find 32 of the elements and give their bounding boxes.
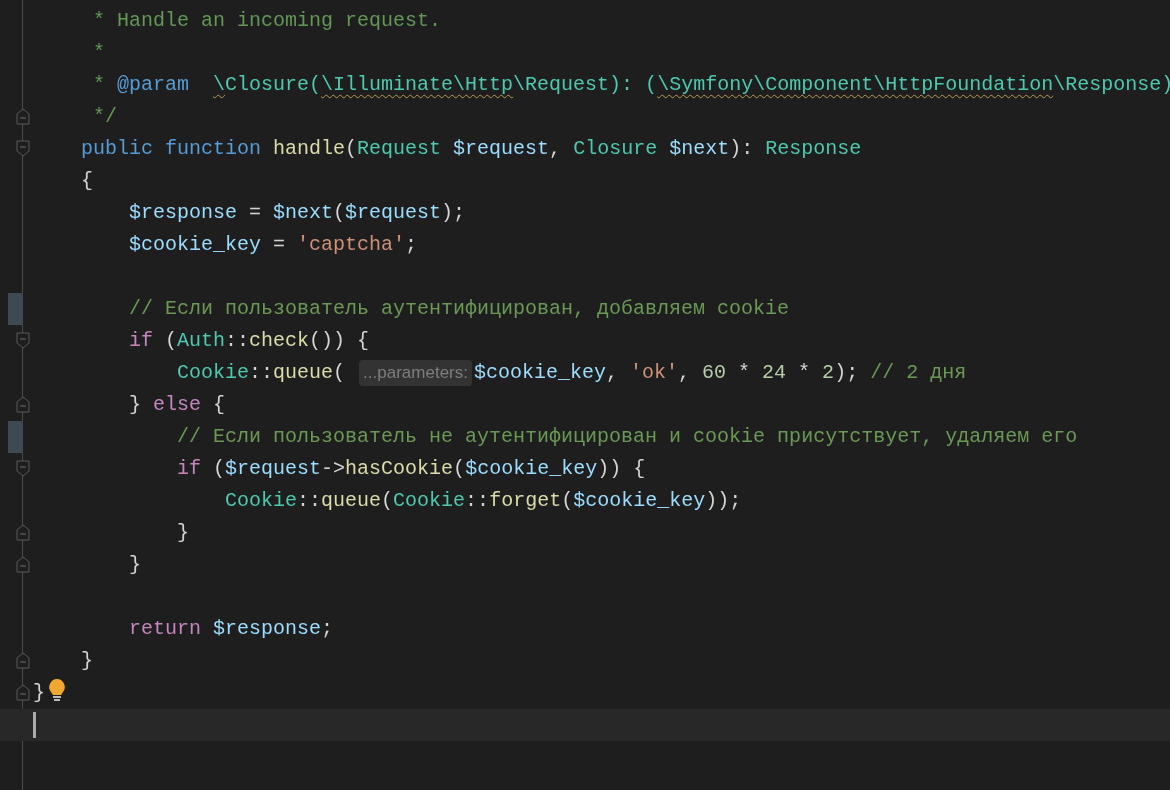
code-line: $cookie_key, 'ok', 60 * 24 * 2); // 2 дня [473, 360, 967, 386]
code-line: { [80, 168, 93, 194]
unfold-icon[interactable] [16, 524, 30, 541]
code-line: Cookie::queue( [176, 360, 347, 386]
code-line: * @param \Closure(\Illuminate\Http\Request): (\Symfony\Component\HttpFoundation\Response) [92, 72, 1170, 98]
code-line: */ [92, 104, 117, 130]
code-line: } [33, 680, 45, 706]
code-line: // Если пользователь не аутентифицирован и cookie присутствует, удаляем его [176, 424, 1078, 450]
unfold-icon[interactable] [16, 396, 30, 413]
code-line: Cookie::queue(Cookie::forget($cookie_key)); [224, 488, 742, 514]
unfold-icon[interactable] [16, 108, 30, 125]
unfold-icon[interactable] [16, 556, 30, 573]
code-line: } else { [128, 392, 226, 418]
code-line: if ($request->hasCookie($cookie_key)) { [176, 456, 646, 482]
code-line: } [80, 648, 93, 674]
unfold-icon[interactable] [16, 652, 30, 669]
lightbulb-icon[interactable] [47, 678, 67, 702]
code-line: if (Auth::check()) { [128, 328, 370, 354]
code-line: * Handle an incoming request. [92, 8, 442, 34]
code-line: } [128, 552, 142, 578]
fold-icon[interactable] [16, 332, 30, 349]
code-line: return $response; [128, 616, 334, 642]
unfold-icon[interactable] [16, 684, 30, 701]
fold-icon[interactable] [16, 140, 30, 157]
code-line: } [176, 520, 190, 546]
code-line: public function handle(Request $request, Closure $next): Response [80, 136, 862, 162]
code-line: // Если пользователь аутентифицирован, добавляем cookie [128, 296, 790, 322]
fold-icon[interactable] [16, 460, 30, 477]
code-line: $response = $next($request); [128, 200, 466, 226]
code-line: $cookie_key = 'captcha'; [128, 232, 418, 258]
code-line: * [92, 40, 105, 66]
parameter-hint: ...parameters: [359, 360, 472, 386]
